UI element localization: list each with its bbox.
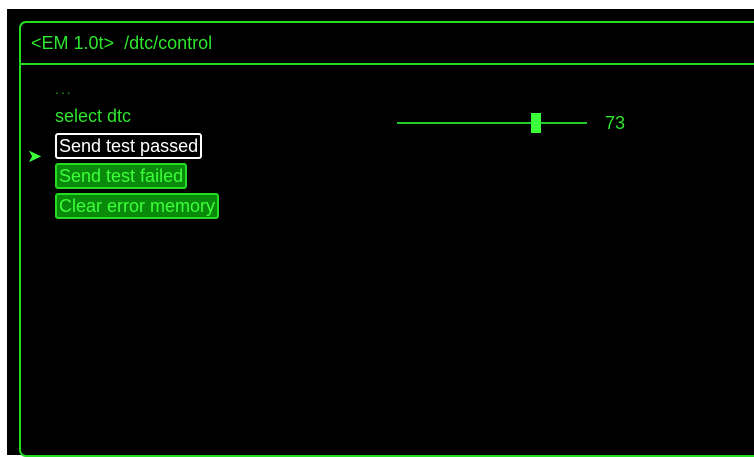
screen: <EM 1.0t> /dtc/control ➤ ... select dtc … [7, 9, 754, 457]
menu: ... select dtc Send test passed Send tes… [55, 81, 355, 221]
send-test-passed-button[interactable]: Send test passed [55, 133, 203, 159]
header: <EM 1.0t> /dtc/control [21, 23, 754, 65]
select-dtc-label[interactable]: select dtc [55, 101, 355, 131]
slider-track [397, 122, 587, 124]
menu-ellipsis[interactable]: ... [55, 81, 355, 101]
arrow-right-icon: ➤ [27, 146, 43, 166]
send-test-failed-button[interactable]: Send test failed [55, 163, 188, 189]
slider-thumb[interactable] [530, 113, 541, 133]
device-title: <EM 1.0t> [31, 32, 115, 53]
slider-value: 73 [605, 113, 626, 133]
path-title: /dtc/control [124, 32, 213, 53]
dtc-slider[interactable] [397, 111, 587, 135]
clear-error-memory-button[interactable]: Clear error memory [55, 193, 220, 219]
